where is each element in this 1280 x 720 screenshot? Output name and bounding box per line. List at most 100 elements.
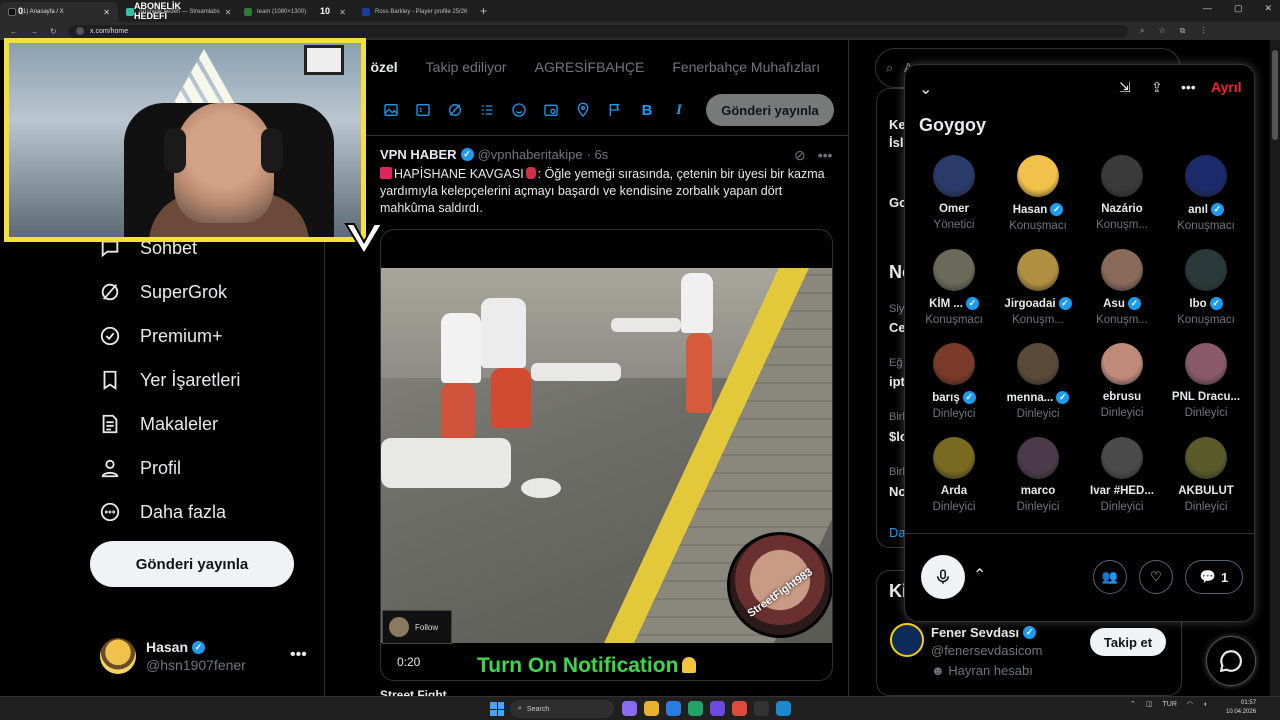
forward-icon[interactable]: → (30, 27, 40, 36)
browser-tab[interactable]: Ross Barkley - Player profile 25/26✕ (354, 2, 472, 22)
nav-item-articles[interactable]: Makaleler (98, 410, 218, 438)
language-indicator[interactable]: TUR (1163, 701, 1177, 708)
trend-fragment[interactable]: İsl (889, 135, 903, 150)
space-participant[interactable]: barış ✓ Dinleyici (912, 343, 996, 420)
app-icon[interactable] (622, 701, 637, 716)
space-participant[interactable]: ebrusu Dinleyici (1080, 343, 1164, 419)
leave-space-button[interactable]: Ayrıl (1211, 79, 1242, 95)
post-button[interactable]: Gönderi yayınla (90, 541, 294, 587)
flag-icon[interactable] (606, 101, 624, 119)
tab-list-fenerbahce[interactable]: Fenerbahçe Muhafızları (672, 59, 820, 75)
more-icon[interactable]: ••• (818, 147, 833, 164)
grok-icon[interactable]: ⊘ (794, 147, 806, 164)
site-info-icon[interactable] (76, 27, 84, 35)
windows-start-icon[interactable] (490, 702, 504, 716)
obs-icon[interactable] (754, 701, 769, 716)
space-participant[interactable]: KİM ... ✓ Konuşmacı (912, 249, 996, 326)
people-button[interactable]: 👥 (1093, 560, 1127, 594)
space-participant[interactable]: PNL Dracu... Dinleyici (1164, 343, 1248, 419)
back-icon[interactable]: ← (10, 27, 20, 36)
account-switcher[interactable]: Hasan ✓ @hsn1907fener ••• (100, 638, 307, 674)
close-window-button[interactable]: ✕ (1264, 3, 1272, 14)
schedule-icon[interactable] (542, 101, 560, 119)
scrollbar-thumb[interactable] (1272, 50, 1278, 140)
close-tab-icon[interactable]: ✕ (103, 8, 110, 17)
profile-icon (98, 456, 122, 480)
space-participant[interactable]: Jirgoadai ✓ Konuşm... (996, 249, 1080, 326)
nav-item-profile[interactable]: Profil (98, 454, 181, 482)
emoji-icon[interactable] (510, 101, 528, 119)
app-icon[interactable] (710, 701, 725, 716)
participant-name: KİM ... (929, 297, 963, 310)
grok-icon[interactable] (446, 101, 464, 119)
tweet-author[interactable]: VPN HABER (380, 147, 457, 162)
nav-item-premium[interactable]: Premium+ (98, 322, 223, 350)
wifi-icon[interactable]: ◠ (1187, 700, 1193, 708)
nav-item-bookmarks[interactable]: Yer İşaretleri (98, 366, 240, 394)
microphone-button[interactable] (921, 555, 965, 599)
new-tab-button[interactable]: + (472, 4, 495, 18)
space-participant[interactable]: Asu ✓ Konuşm... (1080, 249, 1164, 326)
close-tab-icon[interactable]: ✕ (225, 8, 232, 17)
tab-list-agresifbahce[interactable]: AGRESİFBAHÇE (535, 59, 645, 75)
tray-chevron-icon[interactable]: ⌃ (1130, 700, 1136, 708)
close-tab-icon[interactable]: ✕ (339, 8, 346, 17)
follow-chip[interactable]: Follow (382, 610, 452, 644)
space-participant[interactable]: marco Dinleyici (996, 437, 1080, 513)
address-bar[interactable]: x.com/home (68, 24, 1128, 38)
space-participant[interactable]: Arda Dinleyici (912, 437, 996, 513)
network-icon[interactable]: ◫ (1146, 700, 1153, 708)
space-participant[interactable]: İvar #HED... Dinleyici (1080, 437, 1164, 513)
zoom-icon[interactable]: ⌕ (1140, 26, 1144, 36)
file-explorer-icon[interactable] (644, 701, 659, 716)
image-icon[interactable] (382, 101, 400, 119)
tab-label: Ross Barkley - Player profile 25/26 (375, 9, 468, 15)
app-icon[interactable] (666, 701, 681, 716)
page-scrollbar[interactable] (1270, 40, 1280, 696)
taskbar-search[interactable]: ⌕ Search (510, 700, 614, 718)
trend-fragment[interactable]: ipt (889, 374, 905, 389)
minimize-space-icon[interactable]: ⇲ (1119, 79, 1131, 96)
comments-button[interactable]: 💬 1 (1185, 560, 1243, 594)
space-participant[interactable]: Ibo ✓ Konuşmacı (1164, 249, 1248, 326)
reload-icon[interactable]: ↻ (50, 27, 60, 36)
account-more-icon[interactable]: ••• (290, 646, 307, 664)
app-icon[interactable] (776, 701, 791, 716)
participant-role: Konuşm... (1096, 314, 1148, 326)
space-participant[interactable]: anıl ✓ Konuşmacı (1164, 155, 1248, 232)
browser-tab[interactable]: team (1080×1300) ✕ (236, 2, 354, 22)
location-icon[interactable] (574, 101, 592, 119)
gif-icon[interactable] (414, 101, 432, 119)
space-participant[interactable]: menna... ✓ Dinleyici (996, 343, 1080, 420)
space-participant[interactable]: AKBULUT Dinleyici (1164, 437, 1248, 513)
follow-button[interactable]: Takip et (1090, 628, 1166, 656)
expand-chevron-icon[interactable]: ⌃ (973, 565, 986, 585)
minimize-button[interactable]: — (1203, 3, 1212, 14)
messages-button[interactable] (1206, 636, 1256, 686)
tab-following[interactable]: Takip ediliyor (426, 59, 507, 75)
nav-item-supergrok[interactable]: SuperGrok (98, 278, 227, 306)
poll-icon[interactable] (478, 101, 496, 119)
collapse-chevron-icon[interactable]: ⌄ (919, 79, 932, 99)
bold-icon[interactable]: B (638, 101, 656, 119)
app-icon[interactable] (688, 701, 703, 716)
profile-menu-icon[interactable]: ⋮ (1199, 26, 1207, 36)
italic-icon[interactable]: I (670, 101, 688, 119)
extensions-icon[interactable]: ⧉ (1180, 26, 1186, 36)
nav-item-more[interactable]: Daha fazla (98, 498, 226, 526)
more-icon[interactable]: ••• (1181, 79, 1196, 95)
share-icon[interactable]: ⇪ (1151, 79, 1163, 96)
composer-post-button[interactable]: Gönderi yayınla (706, 94, 834, 126)
bookmark-star-icon[interactable]: ☆ (1158, 26, 1165, 36)
tweet-time[interactable]: · 6s (587, 147, 609, 162)
space-participant[interactable]: Ömer Yönetici (912, 155, 996, 231)
react-button[interactable]: ♡ (1139, 560, 1173, 594)
chrome-icon[interactable] (732, 701, 747, 716)
taskbar-clock[interactable]: 01:57 10.04.2026 (1226, 699, 1256, 717)
volume-icon[interactable]: ◖ (1203, 701, 1207, 708)
maximize-button[interactable]: ▢ (1234, 3, 1243, 14)
tweet-handle[interactable]: @vpnhaberitakipe (478, 147, 583, 162)
tweet-video[interactable]: Follow StreetFight983 0:20 Turn On Notif… (380, 229, 833, 681)
space-participant[interactable]: Nazário Konuşm... (1080, 155, 1164, 231)
space-participant[interactable]: Hasan ✓ Konuşmacı (996, 155, 1080, 232)
